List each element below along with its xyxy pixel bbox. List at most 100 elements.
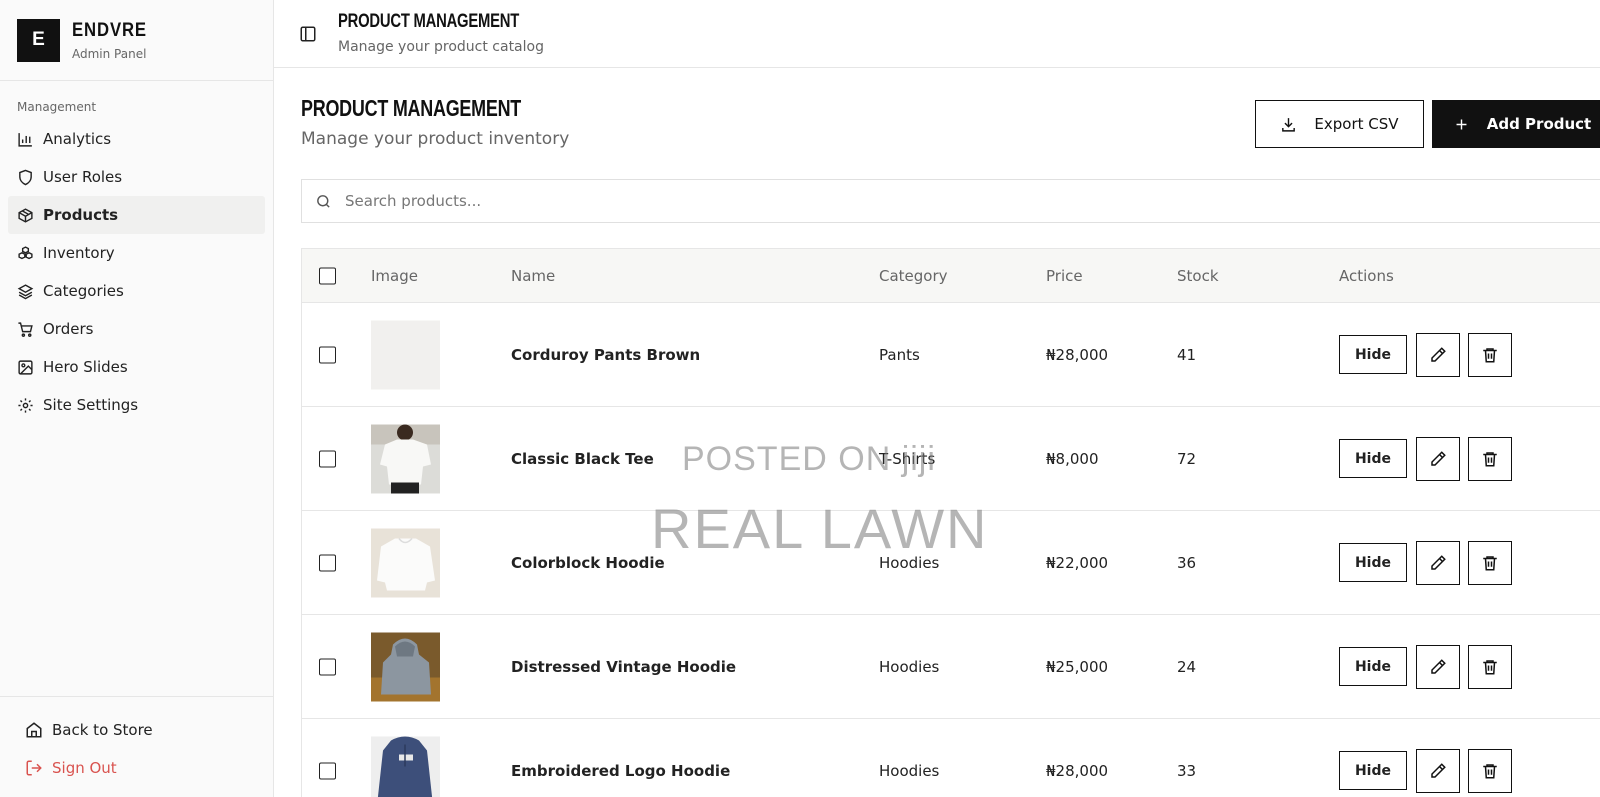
trash-icon <box>1483 451 1497 466</box>
nav-section-label: Management <box>17 100 97 114</box>
hide-button[interactable]: Hide <box>1339 335 1407 374</box>
sidebar-item-label: Hero Slides <box>43 358 128 376</box>
table-row: Corduroy Pants Brown Pants ₦28,000 41 Hi… <box>302 303 1600 407</box>
sidebar-item-categories[interactable]: Categories <box>8 272 265 310</box>
delete-button[interactable] <box>1468 644 1512 689</box>
brand-logo: E <box>17 18 60 62</box>
table-row: Classic Black Tee T-Shirts ₦8,000 72 Hid… <box>302 407 1600 511</box>
pencil-icon <box>1431 554 1446 570</box>
product-thumbnail <box>371 424 440 493</box>
sidebar-item-analytics[interactable]: Analytics <box>8 120 265 158</box>
column-header-image: Image <box>371 266 418 285</box>
row-checkbox[interactable] <box>319 762 336 779</box>
delete-button[interactable] <box>1468 748 1512 793</box>
product-category: Hoodies <box>879 761 940 780</box>
row-checkbox[interactable] <box>319 450 336 467</box>
row-checkbox[interactable] <box>319 658 336 675</box>
hide-button[interactable]: Hide <box>1339 439 1407 478</box>
table-row: Colorblock Hoodie Hoodies ₦22,000 36 Hid… <box>302 511 1600 615</box>
product-stock: 36 <box>1177 553 1197 572</box>
plus-icon <box>1456 119 1467 129</box>
row-checkbox[interactable] <box>319 346 336 363</box>
product-name: Corduroy Pants Brown <box>511 345 701 364</box>
product-name: Classic Black Tee <box>511 449 654 468</box>
search-icon <box>317 194 330 208</box>
topbar-title: PRODUCT MANAGEMENT <box>338 11 520 32</box>
edit-button[interactable] <box>1416 332 1460 377</box>
edit-button[interactable] <box>1416 644 1460 689</box>
pencil-icon <box>1431 762 1446 778</box>
column-header-name: Name <box>511 266 556 285</box>
row-checkbox[interactable] <box>319 554 336 571</box>
product-name: Distressed Vintage Hoodie <box>511 657 737 676</box>
product-price: ₦28,000 <box>1046 345 1109 364</box>
page-title: PRODUCT MANAGEMENT <box>301 95 522 121</box>
table-row: Distressed Vintage Hoodie Hoodies ₦25,00… <box>302 615 1600 719</box>
product-category: Pants <box>879 345 920 364</box>
boxes-icon <box>18 245 33 259</box>
product-category: Hoodies <box>879 657 940 676</box>
sidebar-item-label: Products <box>43 206 119 224</box>
page-header: PRODUCT MANAGEMENT Manage your product i… <box>301 95 583 149</box>
export-csv-button[interactable]: Export CSV <box>1255 100 1424 148</box>
trash-icon <box>1483 763 1497 778</box>
column-header-price: Price <box>1046 266 1083 285</box>
product-name: Colorblock Hoodie <box>511 553 665 572</box>
sidebar-item-inventory[interactable]: Inventory <box>8 234 265 272</box>
product-stock: 33 <box>1177 761 1197 780</box>
add-product-button[interactable]: Add Product <box>1432 100 1600 148</box>
column-header-category: Category <box>879 266 948 285</box>
product-price: ₦22,000 <box>1046 553 1109 572</box>
topbar: PRODUCT MANAGEMENT Manage your product c… <box>274 0 1600 68</box>
product-thumbnail <box>371 736 440 797</box>
table-row: Embroidered Logo Hoodie Hoodies ₦28,000 … <box>302 719 1600 797</box>
product-price: ₦28,000 <box>1046 761 1109 780</box>
products-table: Image Name Category Price Stock Actions … <box>301 248 1600 797</box>
search-input[interactable] <box>345 192 1245 210</box>
sidebar-item-site-settings[interactable]: Site Settings <box>8 386 265 424</box>
sidebar-item-orders[interactable]: Orders <box>8 310 265 348</box>
hide-button[interactable]: Hide <box>1339 543 1407 582</box>
product-stock: 41 <box>1177 345 1197 364</box>
trash-icon <box>1483 555 1497 570</box>
sidebar-toggle-icon[interactable] <box>299 25 317 43</box>
trash-icon <box>1483 659 1497 674</box>
delete-button[interactable] <box>1468 332 1512 377</box>
back-to-store-link[interactable]: Back to Store <box>0 711 273 749</box>
product-thumbnail <box>371 632 440 701</box>
brand: E ENDVRE Admin Panel <box>0 0 273 81</box>
edit-button[interactable] <box>1416 436 1460 481</box>
product-category: Hoodies <box>879 553 940 572</box>
page-subtitle: Manage your product inventory <box>301 129 570 149</box>
edit-button[interactable] <box>1416 748 1460 793</box>
gear-icon <box>18 397 33 413</box>
edit-button[interactable] <box>1416 540 1460 585</box>
brand-name: ENDVRE <box>72 19 147 41</box>
hide-button[interactable]: Hide <box>1339 751 1407 790</box>
sidebar: E ENDVRE Admin Panel Management Analytic… <box>0 0 274 797</box>
topbar-subtitle: Manage your product catalog <box>338 39 544 55</box>
cart-icon <box>18 321 33 337</box>
pencil-icon <box>1431 658 1446 674</box>
pencil-icon <box>1431 450 1446 466</box>
image-icon <box>18 359 33 375</box>
search-bar <box>301 179 1600 223</box>
select-all-checkbox[interactable] <box>319 267 336 284</box>
column-header-actions: Actions <box>1339 266 1394 285</box>
log-out-icon <box>26 760 42 776</box>
sidebar-item-user-roles[interactable]: User Roles <box>8 158 265 196</box>
delete-button[interactable] <box>1468 540 1512 585</box>
sidebar-item-products[interactable]: Products <box>8 196 265 234</box>
product-stock: 24 <box>1177 657 1197 676</box>
bar-chart-icon <box>18 132 32 147</box>
column-header-stock: Stock <box>1177 266 1219 285</box>
delete-button[interactable] <box>1468 436 1512 481</box>
sign-out-link[interactable]: Sign Out <box>0 749 273 787</box>
hide-button[interactable]: Hide <box>1339 647 1407 686</box>
layers-icon <box>17 283 34 299</box>
product-price: ₦25,000 <box>1046 657 1109 676</box>
package-icon <box>18 207 33 223</box>
home-icon <box>26 722 42 738</box>
download-icon <box>1282 117 1296 132</box>
sidebar-item-hero-slides[interactable]: Hero Slides <box>8 348 265 386</box>
